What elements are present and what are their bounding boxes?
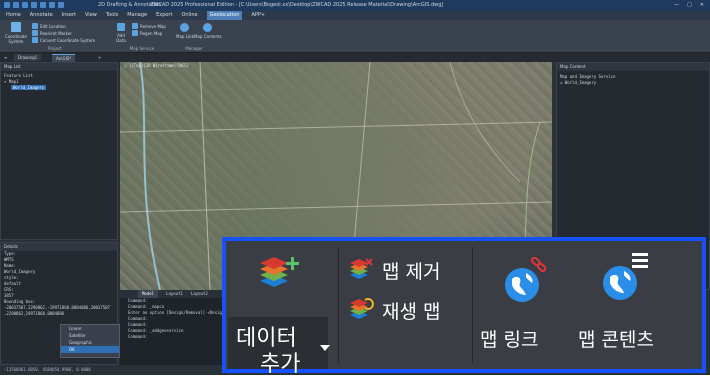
- menu-geolocation[interactable]: Geolocation: [206, 11, 243, 20]
- convert-icon: [32, 37, 38, 43]
- coordinate-readout: -11568461.0050, 4584054.9966, 0.0000: [4, 367, 91, 372]
- undo-icon[interactable]: [49, 2, 55, 8]
- edit-location-button[interactable]: Edit Location: [32, 23, 66, 29]
- layers-remove-icon: [350, 258, 373, 279]
- context-menu: Linear Satellite Geographic OK: [60, 324, 120, 358]
- zoomed-ribbon-callout: 데이터 추가 맵 제거 재생 맵 맵 링크 맵 콘텐츠: [222, 237, 706, 377]
- map-contents-button[interactable]: 맵 콘텐츠: [572, 241, 702, 369]
- tab-layout1[interactable]: Layout1: [166, 290, 183, 298]
- group-divider: [338, 247, 339, 363]
- menu-item-ok[interactable]: OK: [61, 346, 119, 353]
- coordinate-system-button[interactable]: Coordinate System: [4, 22, 28, 44]
- map-content-item[interactable]: ☑ World_Imagery: [557, 80, 709, 86]
- menu-online[interactable]: Online: [181, 11, 197, 20]
- ribbon-group-map-service: Add Data Remove Map Regen Map Map Servic…: [112, 20, 172, 52]
- globe-grid-icon: [11, 22, 21, 32]
- layers-plus-icon: [260, 257, 299, 287]
- globe-link-icon: [180, 23, 190, 32]
- save-icon[interactable]: [22, 2, 28, 8]
- remove-map-button[interactable]: 맵 제거: [344, 253, 468, 287]
- new-tab-button[interactable]: +: [98, 53, 101, 62]
- layers-remove-icon: [132, 23, 138, 29]
- map-link-small-button[interactable]: Map Link: [176, 23, 194, 39]
- compass-icon: [32, 30, 38, 36]
- ribbon-group-label: Project: [48, 46, 62, 51]
- panel-title: Map Content: [557, 63, 709, 71]
- menu-tools[interactable]: Tools: [106, 11, 118, 20]
- ribbon-group-label: Map Service: [129, 46, 155, 51]
- tab-layout2[interactable]: Layout2: [191, 290, 208, 298]
- menu-bar: Home Annotate Insert View Tools Manage E…: [0, 11, 710, 20]
- menu-annotate[interactable]: Annotate: [30, 11, 53, 20]
- panel-title: Map List: [1, 63, 117, 71]
- panel-title: Details: [1, 243, 117, 251]
- tab-model[interactable]: Model: [138, 290, 159, 298]
- regen-map-small-button[interactable]: Regen Map: [132, 30, 162, 36]
- map-contents-small-button[interactable]: Map Contents: [194, 23, 222, 39]
- document-tab-strip: ≡ Drawing1 ArcGIS* +: [0, 53, 710, 62]
- menu-item-satellite[interactable]: Satellite: [61, 332, 119, 339]
- title-bar: 2D Drafting & Annotation ZWCAD 2025 Prof…: [0, 0, 710, 11]
- regen-map-label: 재생 맵: [382, 301, 441, 323]
- ribbon-group-manager: Map Link Map Contents Manager: [174, 20, 222, 52]
- add-data-button[interactable]: 데이터 추가: [226, 241, 338, 377]
- new-file-icon[interactable]: [4, 2, 10, 8]
- add-data-label-line2: 추가: [260, 352, 301, 377]
- tab-arcgis[interactable]: ArcGIS*: [52, 54, 76, 62]
- ribbon-group-project: Coordinate System Edit Location Reorient…: [0, 20, 110, 52]
- print-icon[interactable]: [40, 2, 46, 8]
- tab-drawing1[interactable]: Drawing1: [14, 54, 42, 61]
- map-list-panel: Map List Feature List ▾ Map1 World_Image…: [0, 62, 118, 240]
- remove-map-small-button[interactable]: Remove Map: [132, 23, 166, 29]
- close-button[interactable]: ✕: [700, 0, 704, 11]
- map-contents-label: 맵 콘텐츠: [578, 329, 654, 351]
- ribbon: Coordinate System Edit Location Reorient…: [0, 20, 710, 53]
- chevron-down-icon[interactable]: [320, 345, 330, 351]
- menu-manage[interactable]: Manage: [127, 11, 147, 20]
- map-service-small-buttons: 맵 제거 재생 맵: [340, 241, 470, 369]
- save-as-icon[interactable]: [31, 2, 37, 8]
- remove-map-label: 맵 제거: [382, 261, 441, 283]
- pin-icon: [32, 23, 38, 29]
- menu-view[interactable]: View: [85, 11, 97, 20]
- layers-refresh-icon: [132, 30, 138, 36]
- regen-map-button[interactable]: 재생 맵: [344, 293, 468, 327]
- menu-insert[interactable]: Insert: [62, 11, 76, 20]
- tree-item-world-imagery[interactable]: World_Imagery: [1, 85, 117, 91]
- menu-home[interactable]: Home: [6, 11, 21, 20]
- menu-item-geographic[interactable]: Geographic: [61, 339, 119, 346]
- reorient-marker-button[interactable]: Reorient Marker: [32, 30, 72, 36]
- map-link-button[interactable]: 맵 링크: [476, 241, 572, 369]
- layers-plus-icon: [117, 23, 125, 31]
- menu-export[interactable]: Export: [156, 11, 172, 20]
- map-link-label: 맵 링크: [480, 329, 539, 351]
- maximize-button[interactable]: □: [687, 0, 692, 11]
- menu-item-linear[interactable]: Linear: [61, 325, 119, 332]
- hamburger-icon[interactable]: ≡: [4, 53, 7, 62]
- quick-access-toolbar: [4, 2, 64, 8]
- detail-line: .2290862,19971868.8804086: [4, 311, 65, 316]
- globe-list-icon: [203, 23, 213, 32]
- convert-coordinate-system-button[interactable]: Convert Coordinate System: [32, 37, 95, 43]
- add-data-small-button[interactable]: Add Data: [114, 23, 128, 43]
- menu-app-plus[interactable]: APP+: [251, 11, 265, 20]
- globe-link-icon: [505, 257, 547, 302]
- layers-refresh-icon: [350, 298, 374, 319]
- viewport-label: [-][Top][2D Wireframe][WCS]: [124, 63, 190, 68]
- redo-icon[interactable]: [58, 2, 64, 8]
- ribbon-group-label: Manager: [185, 46, 203, 51]
- window-title: ZWCAD 2025 Professional Edition - [C:\Us…: [150, 2, 444, 8]
- globe-list-icon: [603, 253, 648, 300]
- window-controls: — □ ✕: [674, 0, 704, 11]
- minimize-button[interactable]: —: [674, 0, 679, 11]
- open-file-icon[interactable]: [13, 2, 19, 8]
- group-divider: [472, 247, 473, 363]
